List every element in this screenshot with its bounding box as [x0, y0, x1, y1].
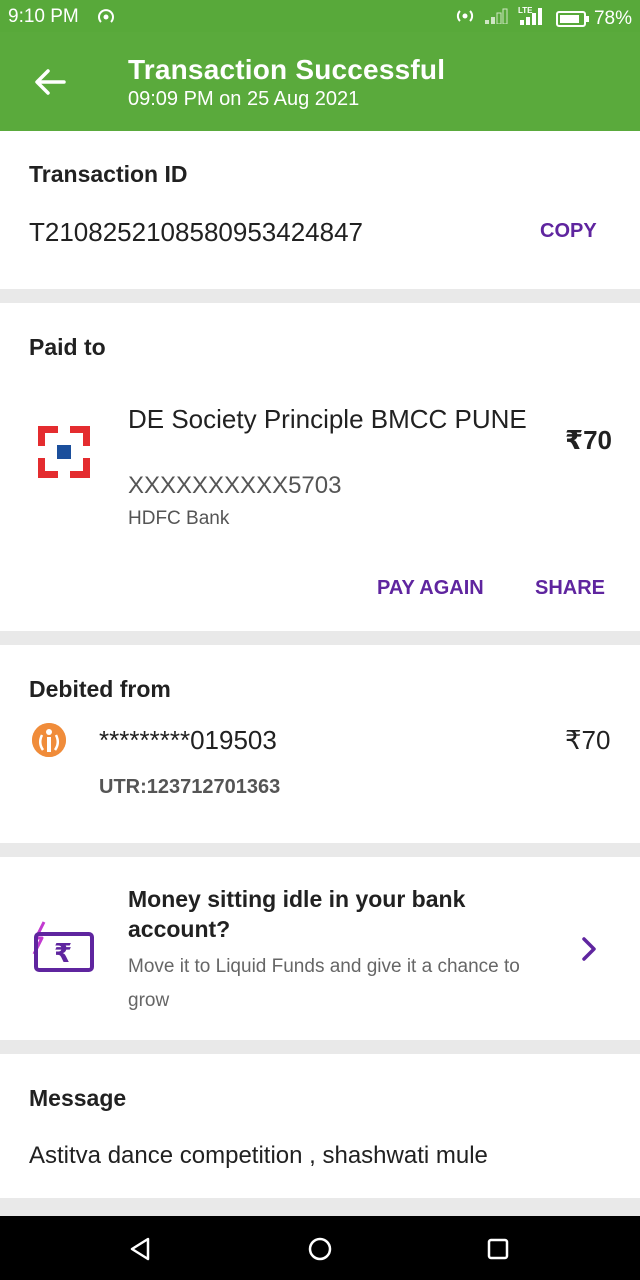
paid-amount: ₹70 — [565, 425, 613, 455]
signal-lte-icon: LTE — [518, 6, 548, 32]
battery-percent: 78% — [593, 8, 632, 29]
hdfc-bank-logo-icon — [36, 424, 92, 480]
chevron-right-icon[interactable] — [576, 934, 602, 964]
system-navigation-bar — [0, 1216, 640, 1280]
payee-account-number: XXXXXXXXXX5703 — [128, 472, 342, 499]
signal-weak-icon — [484, 8, 510, 30]
rupee-wallet-icon: ₹ — [30, 920, 96, 976]
battery-icon — [555, 11, 589, 27]
debited-from-label: Debited from — [29, 676, 171, 702]
hotspot-icon — [96, 8, 116, 32]
idbi-bank-logo-icon — [32, 723, 66, 757]
copy-button[interactable]: COPY — [540, 220, 597, 243]
transaction-id-label: Transaction ID — [29, 161, 188, 187]
status-right: LTE 78% — [454, 6, 632, 32]
pay-again-button[interactable]: PAY AGAIN — [377, 577, 484, 600]
promo-title: Money sitting idle in your bank account? — [128, 886, 466, 942]
payee-bank-name: HDFC Bank — [128, 508, 230, 529]
nav-recents-icon[interactable] — [483, 1234, 513, 1264]
debit-account-number: *********019503 — [99, 725, 277, 755]
utr-number: UTR:123712701363 — [99, 776, 281, 798]
nav-back-icon[interactable] — [126, 1234, 156, 1264]
debited-from-card: Debited from — [0, 645, 640, 843]
wifi-calling-icon — [454, 7, 476, 31]
back-arrow-icon[interactable] — [30, 62, 70, 102]
payee-name: DE Society Principle BMCC PUNE — [128, 404, 527, 434]
page-title: Transaction Successful — [128, 54, 446, 85]
message-label: Message — [29, 1085, 127, 1111]
paid-to-label: Paid to — [29, 334, 106, 360]
promo-subtitle: Move it to Liquid Funds and give it a ch… — [128, 956, 520, 1011]
share-button[interactable]: SHARE — [535, 577, 605, 600]
message-card: Message — [0, 1054, 640, 1198]
message-text: Astitva dance competition , shashwati mu… — [29, 1142, 488, 1169]
status-bar: 9:10 PM LTE 78% — [0, 0, 640, 32]
app-bar: Transaction Successful 09:09 PM on 25 Au… — [0, 32, 640, 131]
transaction-id-card: Transaction ID T2108252108580953424847 C… — [0, 131, 640, 289]
transaction-datetime: 09:09 PM on 25 Aug 2021 — [128, 88, 360, 110]
nav-home-icon[interactable] — [305, 1234, 335, 1264]
status-time: 9:10 PM — [8, 6, 79, 27]
svg-text:₹: ₹ — [54, 939, 72, 969]
debit-amount: ₹70 — [565, 725, 611, 755]
transaction-id-value: T2108252108580953424847 — [29, 217, 364, 247]
lte-label: LTE — [518, 6, 533, 15]
